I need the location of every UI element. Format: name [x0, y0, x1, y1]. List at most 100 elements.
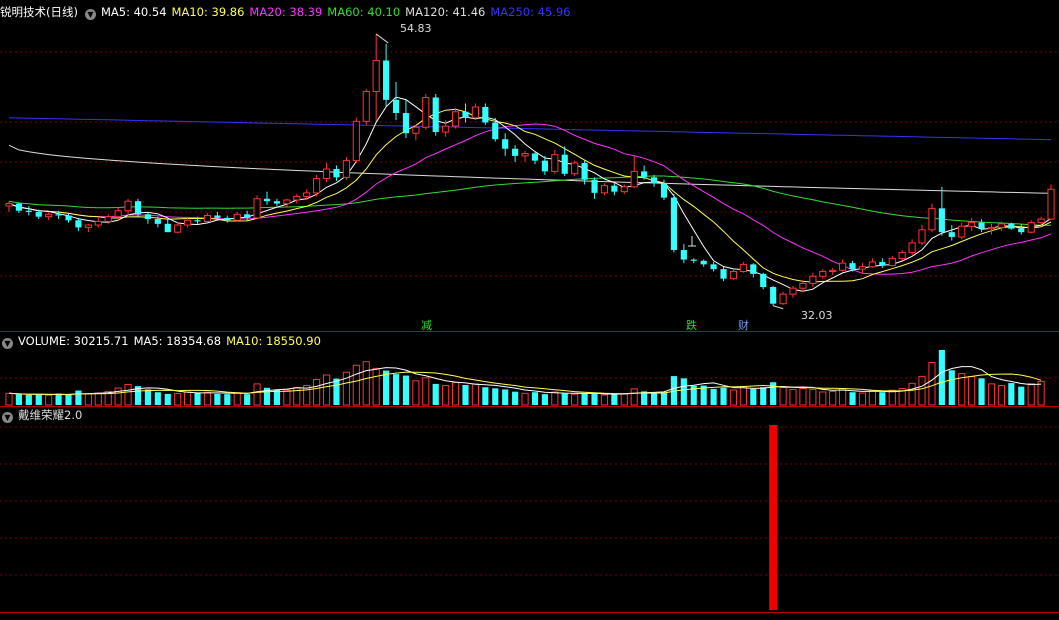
candle — [650, 174, 658, 187]
candle — [1027, 220, 1035, 234]
candle-body — [253, 198, 261, 219]
candle — [760, 272, 767, 290]
volume-bar — [680, 378, 687, 405]
volume-legend: ▼ VOLUME: 30215.71 MA5: 18354.68 MA10: 1855… — [0, 333, 331, 349]
indicator-pane[interactable]: ▼ 戴维荣耀2.0 — [0, 407, 1059, 612]
candle-body — [214, 215, 221, 218]
volume-bar — [978, 378, 985, 405]
candle-body — [968, 222, 976, 227]
stock-title: 锐明技术(日线) — [0, 5, 78, 19]
candle-body — [918, 229, 926, 244]
candle-body — [35, 211, 42, 217]
volume-bar — [35, 394, 42, 405]
candle — [203, 213, 212, 223]
candle-body — [333, 169, 340, 178]
volume-bar — [750, 388, 757, 405]
candle-body — [630, 170, 638, 188]
candle — [422, 93, 430, 130]
candle — [322, 163, 331, 183]
volume-bar — [551, 391, 559, 406]
volume-bar — [1018, 386, 1025, 405]
volume-bar — [531, 392, 539, 405]
volume-bar — [5, 392, 13, 406]
volume-bar — [650, 393, 658, 405]
volume-bar — [502, 389, 509, 405]
candle — [75, 217, 82, 231]
indicator-chart[interactable] — [0, 407, 1059, 612]
candle-body — [244, 214, 251, 218]
candle — [600, 183, 609, 196]
volume-bar — [620, 393, 628, 406]
candle — [720, 266, 727, 282]
volume-legend-item-1: MA5: 18354.68 — [133, 334, 222, 348]
volume-legend-items: VOLUME: 30215.71 MA5: 18354.68 MA10: 18550… — [18, 334, 326, 348]
candle — [303, 189, 311, 200]
price-pane[interactable]: 锐明技术(日线) ▼ MA5: 40.54 MA10: 39.86 MA20: 38.3… — [0, 0, 1059, 332]
candle-body — [164, 223, 171, 233]
candle-body — [45, 213, 53, 218]
candle — [770, 285, 777, 306]
volume-legend-item-2: MA10: 18550.90 — [226, 334, 321, 348]
candle-body — [690, 259, 697, 261]
volume-bar — [720, 387, 727, 405]
candle — [352, 117, 360, 164]
candle — [372, 33, 380, 122]
candle-body — [203, 214, 212, 222]
ma60-line — [8, 175, 1052, 226]
indicator-settings-icon[interactable]: ▼ — [2, 412, 13, 423]
candle-body — [273, 201, 281, 204]
price-chart[interactable] — [0, 0, 1059, 331]
candle — [958, 222, 966, 240]
candle-body — [75, 220, 82, 228]
candle — [184, 217, 192, 228]
candle-body — [233, 213, 241, 221]
candle-body — [948, 232, 955, 237]
candle-body — [402, 112, 410, 134]
volume-bar — [918, 375, 926, 406]
candle-body — [482, 107, 489, 123]
volume-bar — [224, 394, 231, 405]
candle-body — [839, 262, 847, 271]
candle — [333, 165, 340, 181]
candle-body — [849, 263, 856, 270]
candle-body — [898, 251, 906, 259]
volume-bar — [462, 385, 469, 405]
candle — [432, 93, 439, 136]
ma-legend-item-1: MA10: 39.86 — [171, 5, 245, 19]
candle — [729, 269, 738, 280]
volume-bar — [84, 393, 92, 406]
candle-body — [938, 208, 945, 233]
volume-bar — [997, 385, 1005, 406]
candle-body — [829, 269, 837, 273]
candle — [839, 259, 847, 272]
candle-body — [531, 153, 539, 161]
candle-body — [352, 120, 360, 162]
candle-body — [908, 242, 916, 253]
candle — [819, 269, 827, 279]
candle-body — [342, 160, 350, 178]
volume-bar — [194, 393, 201, 405]
volume-bar — [402, 375, 410, 405]
candle — [888, 256, 896, 267]
candle — [938, 186, 945, 236]
volume-pane[interactable]: ▼ VOLUME: 30215.71 MA5: 18354.68 MA10: 1855… — [0, 332, 1059, 406]
candle — [928, 203, 936, 233]
candle-body — [451, 111, 460, 127]
ma-settings-icon[interactable]: ▼ — [84, 9, 96, 20]
candle-body — [710, 264, 717, 270]
candle-body — [422, 96, 430, 128]
candle — [690, 258, 697, 264]
candle-body — [789, 287, 797, 295]
candle-body — [55, 214, 62, 216]
volume-bar — [203, 391, 212, 406]
candle-body — [720, 269, 727, 279]
candle-body — [303, 192, 311, 197]
candle — [700, 259, 707, 267]
candle — [65, 213, 72, 223]
volume-settings-icon[interactable]: ▼ — [2, 338, 13, 349]
candle — [571, 160, 579, 177]
candle-body — [263, 198, 271, 202]
ma120-line — [8, 144, 1052, 194]
candle — [809, 272, 817, 288]
candle — [273, 198, 281, 206]
